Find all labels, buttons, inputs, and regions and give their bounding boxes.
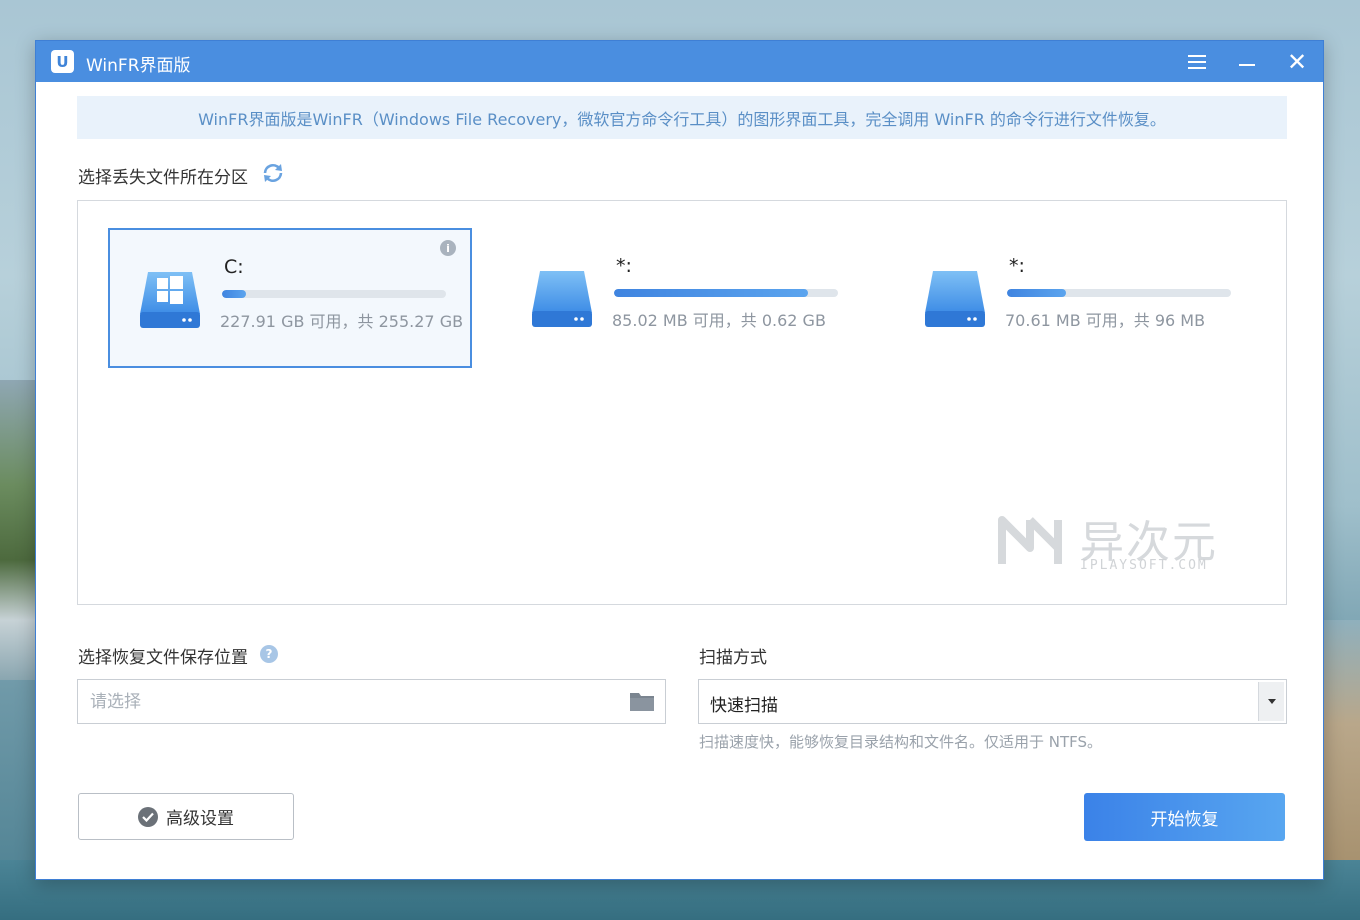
advanced-settings-button[interactable]: 高级设置 (78, 793, 294, 840)
save-location-field[interactable] (77, 679, 666, 724)
app-window: U WinFR界面版 ✕ WinFR界面版是WinFR（Windows File… (35, 40, 1324, 880)
minimize-button[interactable] (1224, 41, 1270, 82)
scan-mode-hint: 扫描速度快，能够恢复目录结构和文件名。仅适用于 NTFS。 (699, 733, 1103, 751)
advanced-settings-label: 高级设置 (166, 809, 234, 829)
title-bar[interactable]: U WinFR界面版 ✕ (36, 41, 1323, 82)
check-circle-icon (138, 806, 158, 827)
info-banner: WinFR界面版是WinFR（Windows File Recovery，微软官… (77, 96, 1287, 139)
drive-name: C: (224, 256, 244, 278)
window-title: WinFR界面版 (86, 56, 191, 76)
desktop-background-reeds (1320, 620, 1360, 880)
partition-label: 选择丢失文件所在分区 (78, 168, 248, 188)
windows-drive-icon (140, 272, 200, 328)
scan-mode-select[interactable]: 快速扫描 (698, 679, 1287, 724)
drive-card-c[interactable]: C: 227.91 GB 可用，共 255.27 GB i (108, 228, 472, 368)
folder-icon[interactable] (629, 690, 655, 712)
drive-size-text: 227.91 GB 可用，共 255.27 GB (220, 312, 464, 331)
watermark-subtext: IPLAYSOFT.COM (1080, 558, 1208, 573)
info-banner-text: WinFR界面版是WinFR（Windows File Recovery，微软官… (198, 109, 1166, 129)
save-location-input[interactable] (78, 680, 618, 723)
drive-size-text: 70.61 MB 可用，共 96 MB (1005, 311, 1206, 330)
close-button[interactable]: ✕ (1274, 41, 1320, 82)
scan-mode-label: 扫描方式 (699, 648, 767, 668)
refresh-icon[interactable] (260, 161, 286, 185)
save-location-label: 选择恢复文件保存位置 (78, 648, 248, 668)
close-icon: ✕ (1286, 47, 1308, 76)
minimize-icon (1239, 63, 1255, 66)
drive-list-panel: C: 227.91 GB 可用，共 255.27 GB i *: 85.02 M… (77, 200, 1287, 605)
menu-button[interactable] (1174, 41, 1220, 82)
menu-icon (1188, 54, 1206, 69)
drive-size-text: 85.02 MB 可用，共 0.62 GB (612, 311, 826, 330)
info-icon[interactable]: i (440, 240, 456, 256)
app-logo-icon: U (51, 50, 74, 73)
drive-icon (532, 271, 592, 327)
watermark-n-icon (998, 516, 1062, 564)
drive-usage-bar (222, 290, 446, 298)
start-recovery-button[interactable]: 开始恢复 (1084, 793, 1285, 841)
drive-usage-bar (614, 289, 838, 297)
chevron-down-icon[interactable] (1258, 682, 1284, 721)
drive-name: *: (616, 255, 632, 277)
help-icon[interactable]: ? (260, 645, 278, 663)
scan-mode-value: 快速扫描 (710, 696, 778, 716)
drive-card-2[interactable]: *: 85.02 MB 可用，共 0.62 GB (501, 228, 865, 368)
watermark-logo: 异次元 IPLAYSOFT.COM (998, 506, 1238, 576)
start-recovery-label: 开始恢复 (1150, 809, 1219, 830)
drive-card-3[interactable]: *: 70.61 MB 可用，共 96 MB (894, 228, 1258, 368)
drive-icon (925, 271, 985, 327)
drive-usage-bar (1007, 289, 1231, 297)
drive-name: *: (1009, 255, 1025, 277)
